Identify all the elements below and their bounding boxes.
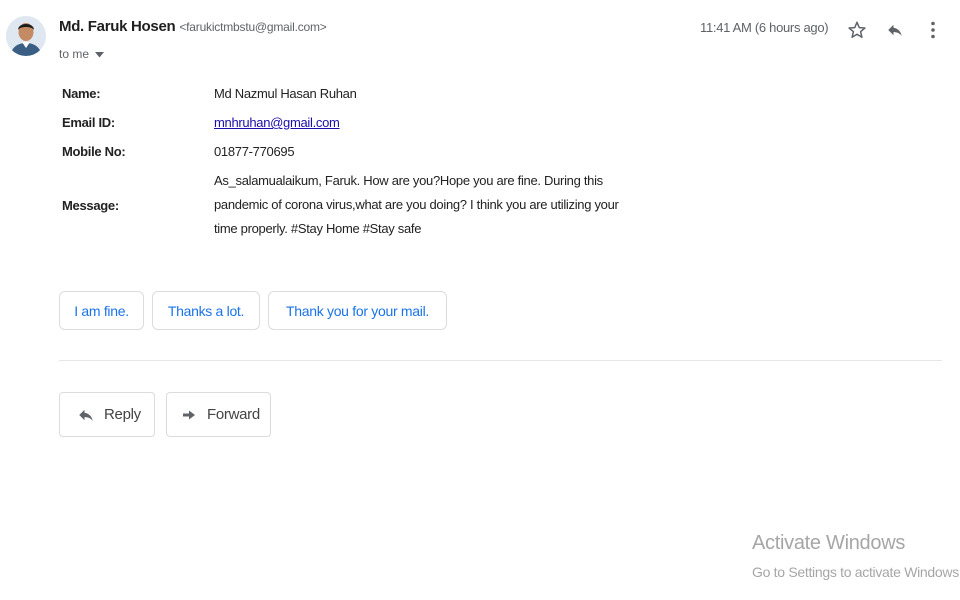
watermark-subtitle: Go to Settings to activate Windows. (752, 564, 960, 580)
email-label: Email ID: (62, 115, 115, 130)
watermark-title: Activate Windows (752, 532, 906, 554)
email-link[interactable]: mnhruhan@gmail.com (214, 115, 340, 130)
message-meta: 11:41 AM (6 hours ago) (700, 16, 960, 42)
to-label: to me (59, 47, 90, 61)
smart-reply-chip[interactable]: I am fine. (59, 291, 144, 330)
reply-button[interactable]: Reply (59, 392, 155, 437)
sender-line: Md. Faruk Hosen <farukictmbstu@gmail.com… (59, 18, 327, 40)
reply-icon (76, 405, 96, 425)
mobile-label: Mobile No: (62, 144, 126, 159)
forward-label: Forward (207, 406, 260, 423)
sender-name[interactable]: Md. Faruk Hosen (59, 18, 176, 35)
forward-button[interactable]: Forward (166, 392, 271, 437)
avatar[interactable] (6, 16, 46, 56)
reply-icon[interactable] (883, 18, 907, 42)
mobile-value: 01877-770695 (214, 144, 295, 159)
message-value: As_salamualaikum, Faruk. How are you?Hop… (214, 173, 619, 236)
reply-label: Reply (104, 406, 141, 423)
name-label: Name: (62, 86, 101, 101)
sender-email: <farukictmbstu@gmail.com> (179, 20, 327, 34)
star-icon[interactable] (845, 18, 869, 42)
smart-reply-chip[interactable]: Thank you for your mail. (268, 291, 447, 330)
more-vert-icon[interactable] (921, 18, 945, 42)
divider (59, 360, 942, 361)
smart-reply-chip[interactable]: Thanks a lot. (152, 291, 260, 330)
recipients-line: to me (59, 45, 105, 63)
forward-icon (179, 405, 199, 425)
chevron-down-icon[interactable] (95, 47, 105, 61)
email-view: Md. Faruk Hosen <farukictmbstu@gmail.com… (0, 0, 960, 600)
timestamp: 11:41 AM (6 hours ago) (700, 20, 829, 35)
message-label: Message: (62, 198, 119, 213)
name-value: Md Nazmul Hasan Ruhan (214, 86, 357, 101)
avatar-image (6, 16, 46, 56)
